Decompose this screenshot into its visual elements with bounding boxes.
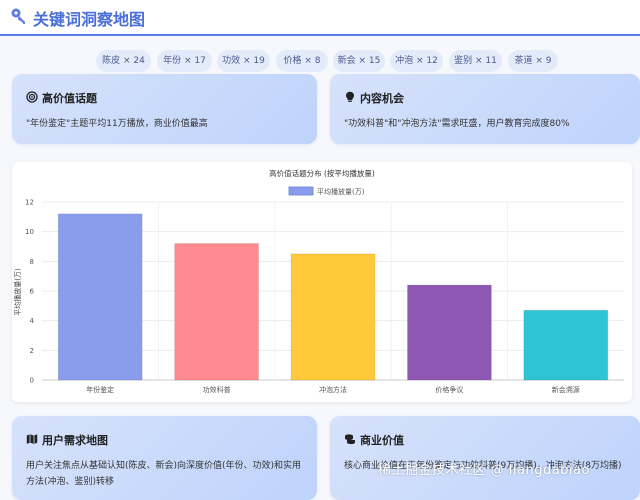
x-tick-label: 价格争议 [435,385,463,394]
card-text: "年份鉴定"主题平均11万播放，商业价值最高 [26,119,208,129]
chart-bar[interactable] [523,309,609,381]
y-tick-label: 2 [30,347,34,355]
card-title: 高价值话题 [42,92,97,105]
watermark: 稀土掘金技术社区 @ liangdabiao [378,463,590,478]
card-title: 用户需求地图 [42,434,108,447]
x-tick-label: 冲泡方法 [319,385,347,394]
bar-chart: 高价值话题分布 (按平均播放量) 平均播放量(万) 平均播放量(万) 0 2 4 6 8… [13,168,624,394]
keyword-tag[interactable]: 年份 × 17 [157,50,212,72]
chart-bar[interactable] [407,284,492,381]
keyword-tags: 陈皮 × 24 年份 × 17 功效 × 19 价格 × 8 新会 × 15 冲… [0,50,640,72]
high-value-topic-card: 高价值话题 "年份鉴定"主题平均11万播放，商业价值最高 [12,74,317,144]
x-tick-label: 新会溯源 [552,385,580,394]
coins-icon [345,434,355,445]
page-title: 关键词洞察地图 [33,10,146,29]
card-title: 内容机会 [360,92,404,105]
key-icon [11,8,25,24]
keyword-tag[interactable]: 功效 × 19 [217,50,270,72]
map-icon [26,434,38,444]
keyword-tag[interactable]: 陈皮 × 24 [96,50,151,72]
chart-bar[interactable] [290,253,376,381]
y-tick-label: 0 [30,377,34,385]
card-text: 用户关注焦点从基础认知(陈皮、新会)向深度价值(年份、功效)和实用方法(冲泡、鉴… [26,461,302,487]
y-tick-label: 4 [30,317,35,325]
y-tick-label: 10 [25,228,34,236]
y-tick-label: 8 [30,258,34,266]
user-demand-map-card: 用户需求地图 用户关注焦点从基础认知(陈皮、新会)向深度价值(年份、功效)和实用… [12,416,317,500]
card-text: "功效科普"和"冲泡方法"需求旺盛，用户教育完成度80% [344,119,570,129]
x-tick-label: 功效科普 [203,385,231,394]
y-tick-label: 12 [25,199,34,207]
page-header: 关键词洞察地图 [0,0,640,36]
y-axis-label: 平均播放量(万) [13,268,22,316]
legend-swatch [288,186,314,196]
lightbulb-icon [346,91,354,102]
keyword-tag[interactable]: 鉴别 × 11 [449,50,502,72]
content-opportunity-card: 内容机会 "功效科普"和"冲泡方法"需求旺盛，用户教育完成度80% [330,74,640,144]
x-tick-label: 年份鉴定 [86,385,114,394]
keyword-tag[interactable]: 价格 × 8 [276,50,328,72]
keyword-tag[interactable]: 冲泡 × 12 [390,50,443,72]
legend-label: 平均播放量(万) [317,187,365,196]
y-tick-label: 6 [30,288,35,296]
keyword-tag[interactable]: 新会 × 15 [333,50,385,72]
chart-title: 高价值话题分布 (按平均播放量) [269,168,375,178]
target-icon [26,91,38,103]
business-value-card: 商业价值 核心商业价值在于年份鉴定与功效科普(9万均播)，冲泡方法(8万均播) [330,416,640,500]
keyword-tag[interactable]: 茶道 × 9 [508,50,558,72]
chart-card: 高价值话题分布 (按平均播放量) 平均播放量(万) 平均播放量(万) 0 2 4 6 8… [12,162,632,402]
card-title: 商业价值 [360,434,404,447]
chart-bar[interactable] [174,243,259,381]
chart-bar[interactable] [57,213,143,381]
